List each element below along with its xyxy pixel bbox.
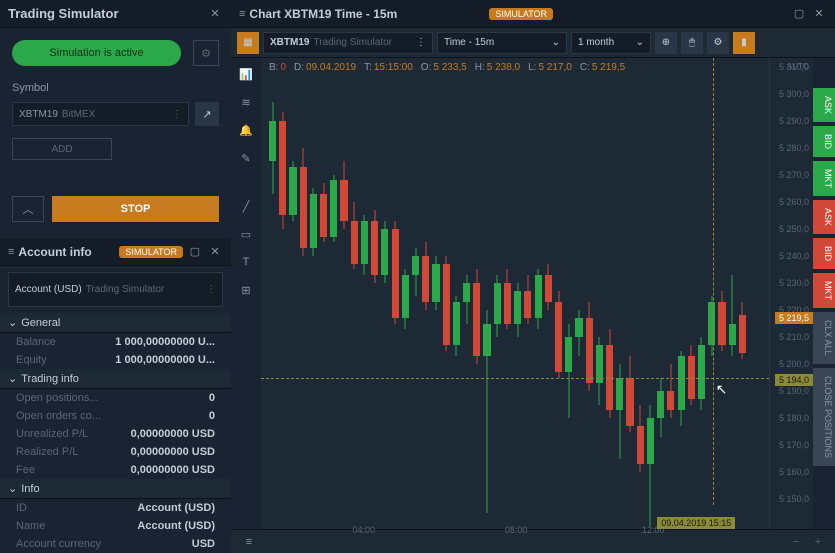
x-cursor-marker: 09.04.2019 15:15: [657, 517, 735, 529]
y-tick: 5 170,0: [779, 440, 809, 450]
window-icon[interactable]: ▢: [791, 6, 807, 22]
list-icon[interactable]: ≡: [239, 532, 259, 552]
account-title: Account info: [18, 245, 113, 259]
price-marker: 5 219,5: [775, 312, 813, 324]
layers-icon[interactable]: ≋: [236, 92, 256, 112]
chart-title: Chart XBTM19 Time - 15m: [249, 7, 483, 21]
y-tick: 5 160,0: [779, 467, 809, 477]
row-equity: Equity1 000,00000000 U...: [0, 351, 231, 369]
y-axis[interactable]: AUTO 5 310,05 300,05 290,05 280,05 270,0…: [769, 58, 813, 529]
clx-all-button[interactable]: CLX ALL: [813, 312, 835, 364]
y-tick: 5 230,0: [779, 278, 809, 288]
ask-sell-button[interactable]: ASK: [813, 200, 835, 234]
y-tick: 5 300,0: [779, 89, 809, 99]
mouse-icon[interactable]: 🖱: [681, 32, 703, 54]
y-tick: 5 280,0: [779, 143, 809, 153]
group-info[interactable]: ⌄Info: [0, 479, 231, 499]
target-icon[interactable]: ⊕: [655, 32, 677, 54]
open-link-icon[interactable]: ↗: [195, 102, 219, 126]
gear-icon[interactable]: ⚙: [707, 32, 729, 54]
add-button[interactable]: ADD: [12, 138, 112, 160]
close-positions-button[interactable]: CLOSE POSITIONS: [813, 368, 835, 466]
y-tick: 5 290,0: [779, 116, 809, 126]
line-icon[interactable]: ╱: [236, 196, 256, 216]
close-icon[interactable]: ✕: [207, 6, 223, 22]
row-balance: Balance1 000,00000000 U...: [0, 333, 231, 351]
collapse-icon[interactable]: ︿: [12, 196, 44, 222]
group-trading[interactable]: ⌄Trading info: [0, 369, 231, 389]
pencil-icon[interactable]: ✎: [236, 148, 256, 168]
candlestick-chart[interactable]: [261, 80, 769, 505]
cursor-price-marker: 5 194,0: [775, 374, 813, 386]
row-openpos: Open positions...0: [0, 389, 231, 407]
menu-icon[interactable]: ≡: [8, 246, 14, 258]
symbol-label: Symbol: [0, 78, 231, 98]
text-icon[interactable]: T: [236, 252, 256, 272]
close-icon[interactable]: ✕: [207, 244, 223, 260]
row-name: NameAccount (USD): [0, 517, 231, 535]
menu-icon[interactable]: ≡: [239, 8, 245, 20]
sim-panel-title: Trading Simulator: [8, 6, 203, 21]
y-tick: 5 270,0: [779, 170, 809, 180]
stop-button[interactable]: STOP: [52, 196, 219, 222]
y-tick: 5 250,0: [779, 224, 809, 234]
more-icon[interactable]: ⊞: [236, 280, 256, 300]
sim-active-pill: Simulation is active: [12, 40, 181, 66]
symbol-input[interactable]: XBTM19 BitMEX ⋮: [12, 102, 189, 126]
zoom-in-icon[interactable]: +: [809, 533, 827, 551]
y-tick: 5 240,0: [779, 251, 809, 261]
symbol-select[interactable]: XBTM19 Trading Simulator ⋮: [263, 32, 433, 54]
row-fee: Fee0,00000000 USD: [0, 461, 231, 479]
close-icon[interactable]: ✕: [811, 6, 827, 22]
simulator-badge: SIMULATOR: [119, 246, 183, 258]
ohlc-display: B:0 D:09.04.2019 T:15:15:00 O:5 233,5 H:…: [269, 62, 625, 73]
panel-toggle-icon[interactable]: ▮: [733, 32, 755, 54]
row-curr: Account currencyUSD: [0, 535, 231, 553]
row-real: Realized P/L0,00000000 USD: [0, 443, 231, 461]
range-select[interactable]: 1 month⌄: [571, 32, 651, 54]
bid-sell-button[interactable]: BID: [813, 238, 835, 269]
row-id: IDAccount (USD): [0, 499, 231, 517]
row-unreal: Unrealized P/L0,00000000 USD: [0, 425, 231, 443]
row-openord: Open orders co...0: [0, 407, 231, 425]
simulator-badge: SIMULATOR: [489, 8, 553, 20]
rect-icon[interactable]: ▭: [236, 224, 256, 244]
y-tick: 5 260,0: [779, 197, 809, 207]
window-icon[interactable]: ▢: [187, 244, 203, 260]
cursor-icon: ↖: [716, 381, 728, 398]
bell-icon[interactable]: 🔔: [236, 120, 256, 140]
crosshair-horizontal: [261, 378, 769, 379]
y-tick: 5 150,0: [779, 494, 809, 504]
ask-button[interactable]: ASK: [813, 88, 835, 122]
bid-button[interactable]: BID: [813, 126, 835, 157]
mkt-sell-button[interactable]: MKT: [813, 273, 835, 308]
y-tick: 5 200,0: [779, 359, 809, 369]
timeframe-select[interactable]: Time - 15m⌄: [437, 32, 567, 54]
y-tick: 5 310,0: [779, 62, 809, 72]
gear-icon[interactable]: ⚙: [193, 40, 219, 66]
crosshair-vertical: [713, 58, 714, 505]
indicator-icon[interactable]: 📊: [236, 64, 256, 84]
zoom-out-icon[interactable]: −: [787, 533, 805, 551]
mkt-button[interactable]: MKT: [813, 161, 835, 196]
y-tick: 5 190,0: [779, 386, 809, 396]
group-general[interactable]: ⌄General: [0, 313, 231, 333]
y-tick: 5 180,0: [779, 413, 809, 423]
account-select[interactable]: Account (USD) Trading Simulator ⋮: [8, 272, 223, 307]
chart-style-button[interactable]: ▦: [237, 32, 259, 54]
y-tick: 5 210,0: [779, 332, 809, 342]
